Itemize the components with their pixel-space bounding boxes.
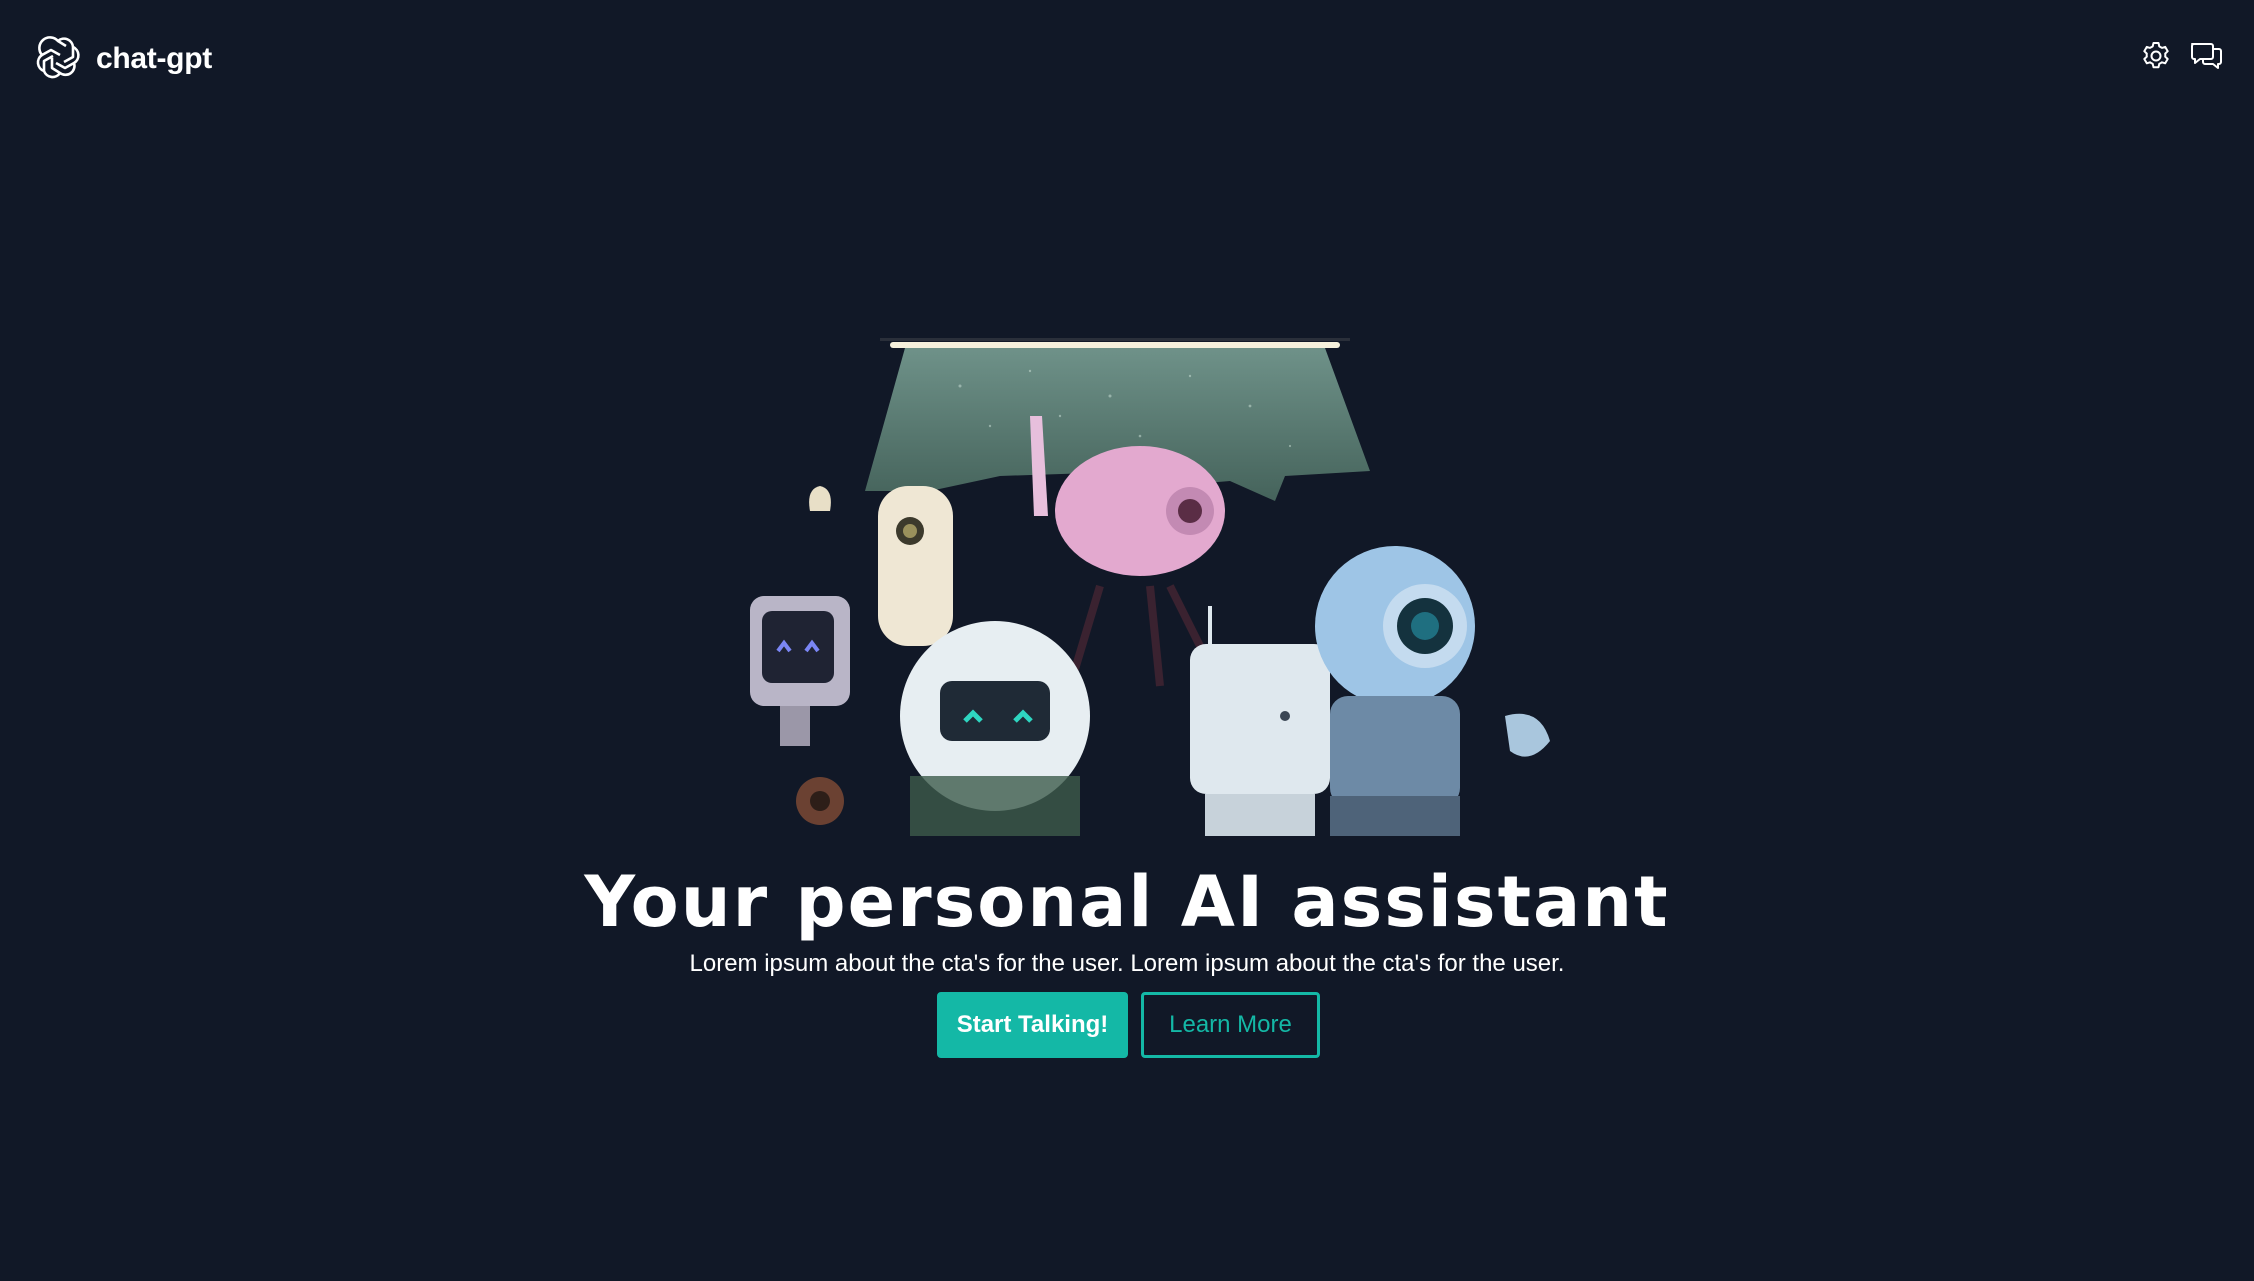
hero-title: Your personal AI assistant <box>584 861 1670 943</box>
robots-illustration <box>730 326 1570 836</box>
start-talking-button[interactable]: Start Talking! <box>937 992 1128 1058</box>
chats-button[interactable] <box>2188 38 2224 74</box>
header-actions <box>2138 38 2224 74</box>
cta-row: Start Talking! Learn More <box>937 992 1320 1058</box>
hero-subtitle: Lorem ipsum about the cta's for the user… <box>689 950 1565 977</box>
learn-more-button[interactable]: Learn More <box>1141 992 1320 1058</box>
robots-group-illustration <box>750 338 1550 836</box>
brand-link[interactable]: chat-gpt <box>34 34 212 84</box>
chat-bubbles-icon <box>2191 43 2222 69</box>
brand-name: chat-gpt <box>96 42 212 75</box>
openai-logo-icon <box>36 36 80 79</box>
landing-page: chat-gpt Your personal AI assistant Lore… <box>0 0 2254 1281</box>
top-nav: chat-gpt <box>0 0 2254 118</box>
gear-icon <box>2143 42 2169 69</box>
settings-button[interactable] <box>2138 38 2174 74</box>
